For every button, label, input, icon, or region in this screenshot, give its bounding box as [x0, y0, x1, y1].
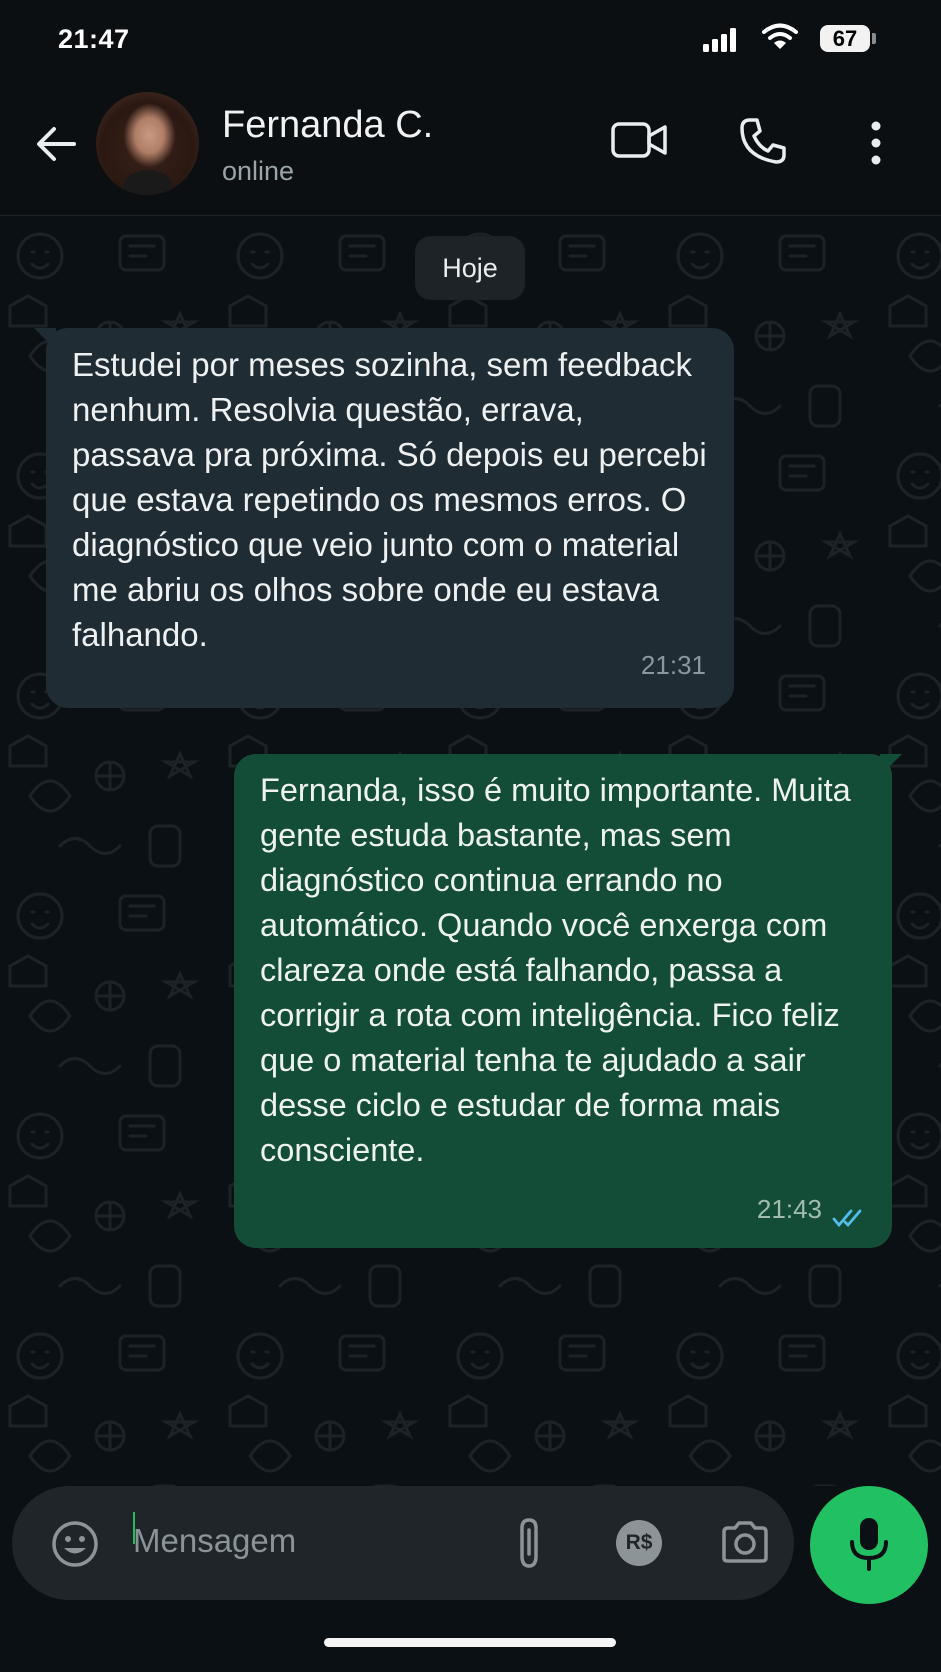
status-time: 21:47 — [58, 24, 130, 54]
home-indicator[interactable] — [324, 1638, 616, 1647]
signal-icon — [703, 28, 737, 52]
camera-icon[interactable] — [720, 1520, 770, 1564]
read-receipt-icon — [832, 1209, 862, 1228]
message-time: 21:31 — [640, 650, 706, 680]
outgoing-message[interactable]: Fernanda, isso é muito importante. Muita… — [234, 754, 892, 1248]
message-input[interactable]: Mensagem — [133, 1522, 296, 1560]
avatar[interactable] — [96, 92, 199, 195]
battery-cap — [872, 33, 876, 44]
payment-icon[interactable]: R$ — [616, 1520, 662, 1566]
date-chip: Hoje — [415, 236, 525, 300]
chat-header: Fernanda C. online — [0, 82, 941, 216]
contact-name[interactable]: Fernanda C. — [222, 104, 433, 147]
more-options-icon[interactable] — [864, 120, 888, 166]
voice-record-button[interactable] — [810, 1486, 928, 1604]
attach-icon[interactable] — [514, 1516, 544, 1570]
video-call-icon[interactable] — [610, 120, 668, 160]
message-time: 21:43 — [756, 1194, 822, 1224]
battery-indicator: 67 — [820, 25, 870, 52]
contact-status: online — [222, 156, 295, 186]
back-arrow-icon[interactable] — [30, 118, 82, 170]
phone-call-icon[interactable] — [738, 116, 788, 166]
mic-icon — [850, 1518, 888, 1571]
message-text: Estudei por meses sozinha, sem feedback … — [72, 346, 707, 653]
emoji-icon[interactable] — [50, 1519, 100, 1569]
chat-area[interactable]: Hoje Estudei por meses sozinha, sem feed… — [0, 216, 941, 1486]
incoming-message[interactable]: Estudei por meses sozinha, sem feedback … — [46, 328, 734, 708]
message-composer: Mensagem R$ — [0, 1486, 941, 1672]
status-bar: 21:47 67 — [0, 0, 941, 82]
message-input-bar[interactable]: Mensagem R$ — [12, 1486, 794, 1600]
wifi-icon — [762, 23, 798, 49]
message-text: Fernanda, isso é muito importante. Muita… — [260, 772, 851, 1168]
